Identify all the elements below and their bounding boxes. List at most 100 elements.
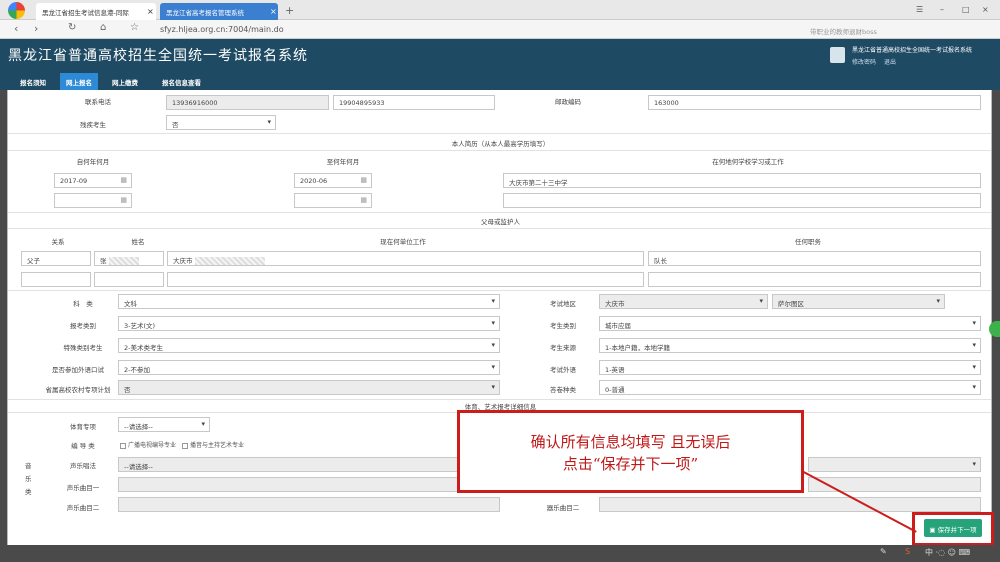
- exam-area-label: 考试地区: [550, 300, 576, 308]
- reload-button[interactable]: ↻: [68, 22, 76, 33]
- subject-select[interactable]: 文科: [118, 294, 500, 309]
- resume-col-to: 至何年何月: [326, 158, 360, 166]
- oral-label: 是否参加外语口试: [52, 366, 104, 374]
- status-bar: [0, 545, 1000, 562]
- student-type-select[interactable]: 城市应届: [599, 316, 981, 331]
- divider: [8, 212, 991, 213]
- student-type-label: 考生类别: [550, 322, 576, 330]
- exam-city-select[interactable]: 大庆市: [599, 294, 768, 309]
- resume-to-date[interactable]: 2020-06: [294, 173, 372, 188]
- vocal1-label: 声乐曲目一: [66, 484, 100, 492]
- postal-label: 邮政编码: [555, 98, 581, 106]
- tab-notice[interactable]: 报名须知: [14, 73, 52, 90]
- director-option: 播音与主持艺术专业: [189, 442, 244, 449]
- bookmark-star-icon[interactable]: ☆: [130, 22, 139, 33]
- resume-to-date[interactable]: [294, 193, 372, 208]
- phone-field-2[interactable]: 19904895933: [333, 95, 495, 110]
- phone-field-1[interactable]: 13936916000: [166, 95, 329, 110]
- vocal-method-select[interactable]: --请选择--: [118, 457, 466, 472]
- close-window-button[interactable]: ×: [982, 5, 989, 14]
- menu-icon[interactable]: ☰: [916, 5, 923, 14]
- new-tab-button[interactable]: +: [285, 4, 294, 17]
- main-nav: [0, 71, 1000, 90]
- maximize-button[interactable]: □: [962, 5, 970, 14]
- tray-pin-icon: ✎: [880, 547, 887, 556]
- redacted-mark: [108, 257, 139, 265]
- logout-link[interactable]: 退出: [884, 59, 896, 66]
- forward-button[interactable]: ›: [34, 22, 38, 35]
- vocal-method-label: 声乐唱法: [70, 462, 96, 470]
- browser-tab-1[interactable]: 黑龙江省招生考试信息港-同际: [36, 3, 156, 20]
- exam-district-select[interactable]: 萨尔图区: [772, 294, 945, 309]
- checkbox[interactable]: [181, 442, 188, 449]
- save-next-button[interactable]: ▣ 保存并下一项: [924, 519, 982, 537]
- postal-field[interactable]: 163000: [648, 95, 981, 110]
- resume-school[interactable]: [503, 193, 981, 208]
- rural-label: 省属高校农村专项计划: [45, 386, 111, 394]
- tray-ime-icon: S: [905, 547, 911, 556]
- disabled-select[interactable]: 否: [166, 115, 276, 130]
- resume-from-date[interactable]: 2017-09: [54, 173, 132, 188]
- divider: [8, 150, 991, 151]
- instrument2-field[interactable]: [599, 497, 981, 512]
- side-handle[interactable]: [989, 321, 1000, 337]
- back-button[interactable]: ‹: [14, 22, 18, 35]
- search-input[interactable]: 带职业的教师退财boss: [810, 23, 915, 37]
- foreign-lang-select[interactable]: 1-英语: [599, 360, 981, 375]
- resume-title: 本人简历（从本人最高学历填写）: [451, 140, 550, 148]
- divider: [8, 228, 991, 229]
- vocal-method-extra[interactable]: [808, 457, 981, 472]
- instrument2-label: 器乐曲目二: [546, 504, 580, 512]
- guardian-name-field[interactable]: 张: [94, 251, 164, 266]
- browser-tab-2[interactable]: 黑龙江省高考报名管理系统: [160, 3, 278, 20]
- sports-label: 体育专项: [70, 423, 96, 431]
- resume-school[interactable]: 大庆市第二十三中学: [503, 173, 981, 188]
- category-select[interactable]: 3-艺术(文): [118, 316, 500, 331]
- disabled-label: 残疾考生: [80, 121, 106, 129]
- director-label: 编 导 类: [71, 442, 95, 450]
- system-title: 黑龙江省普通高校招生全国统一考试报名系统: [8, 48, 308, 64]
- user-avatar-icon: [830, 47, 845, 63]
- rural-select[interactable]: 否: [118, 380, 500, 395]
- guardian-job[interactable]: [648, 272, 981, 287]
- exam-kind-select[interactable]: 0-普通: [599, 380, 981, 395]
- tab-title: 黑龙江省招生考试信息港-同际: [42, 9, 129, 17]
- resume-col-from: 自何年何月: [76, 158, 110, 166]
- tab-online-payment[interactable]: 网上缴费: [106, 73, 144, 90]
- resume-from-date[interactable]: [54, 193, 132, 208]
- url-field[interactable]: sfyz.hljea.org.cn:7004/main.do: [160, 23, 560, 37]
- guardian-title: 父母或监护人: [481, 218, 520, 226]
- guardian-work-field[interactable]: 大庆市: [167, 251, 644, 266]
- vocal2-field[interactable]: [118, 497, 500, 512]
- tab-close-icon[interactable]: ×: [147, 7, 154, 16]
- guardian-name[interactable]: [94, 272, 164, 287]
- user-links: 修改密码 退出: [852, 57, 896, 66]
- guardian-work[interactable]: [167, 272, 644, 287]
- tab-view-info[interactable]: 报名信息查看: [156, 73, 207, 90]
- source-select[interactable]: 1-本地户籍，本地学籍: [599, 338, 981, 353]
- tray-icons: 中 ·◌ ☺ ⌨: [925, 548, 971, 557]
- sports-select[interactable]: --请选择--: [118, 417, 210, 432]
- checkbox[interactable]: [120, 442, 126, 449]
- divider: [8, 133, 991, 134]
- minimize-button[interactable]: –: [940, 5, 944, 14]
- vocal2-label: 声乐曲目二: [66, 504, 100, 512]
- oral-select[interactable]: 2-不参加: [118, 360, 500, 375]
- tab-online-registration[interactable]: 网上报名: [60, 73, 98, 90]
- exam-kind-label: 答卷种类: [550, 386, 576, 394]
- tab-close-icon[interactable]: ×: [270, 7, 277, 16]
- special-select[interactable]: 2-美术类考生: [118, 338, 500, 353]
- vocal1-field[interactable]: [118, 477, 466, 492]
- guardian-work: 大庆市: [173, 257, 193, 265]
- special-label: 特殊类别考生: [63, 344, 103, 352]
- director-options: 广播电视编导专业 播音与主持艺术专业: [120, 440, 244, 449]
- guardian-relation[interactable]: 父子: [21, 251, 91, 266]
- divider: [8, 399, 991, 400]
- foreign-lang-label: 考试外语: [550, 366, 576, 374]
- home-button[interactable]: ⌂: [100, 22, 106, 33]
- divider: [8, 290, 991, 291]
- change-password-link[interactable]: 修改密码: [852, 59, 876, 66]
- guardian-col-work: 现在何单位工作: [380, 238, 426, 246]
- guardian-relation[interactable]: [21, 272, 91, 287]
- guardian-job[interactable]: 队长: [648, 251, 981, 266]
